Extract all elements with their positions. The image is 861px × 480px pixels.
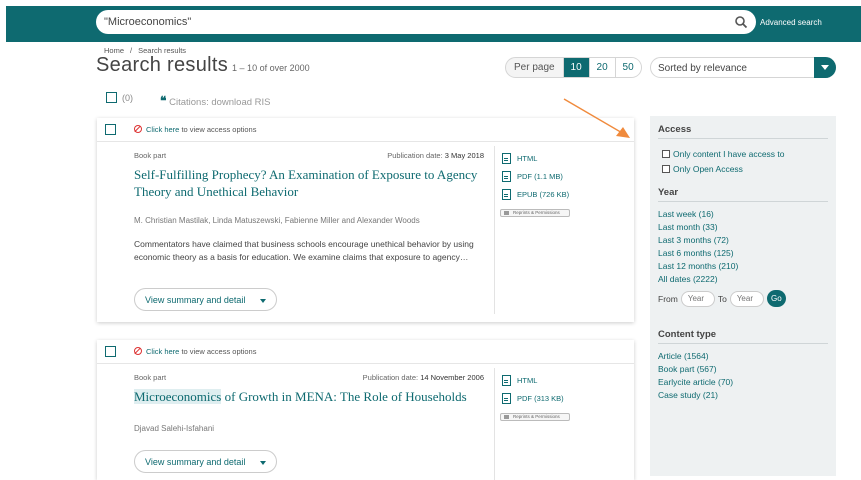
no-access-icon: [134, 125, 142, 133]
select-all[interactable]: (0): [106, 92, 133, 103]
per-page-label: Per page: [514, 62, 555, 73]
access-heading: Access: [658, 124, 692, 135]
reprints-icon: [504, 415, 509, 419]
result-authors: M. Christian Mastilak, Linda Matuszewski…: [134, 216, 420, 225]
per-page-20[interactable]: 20: [588, 58, 615, 77]
selected-count: (0): [122, 92, 133, 103]
year-last-month[interactable]: Last month (33): [658, 222, 718, 232]
divider: [658, 343, 828, 344]
checkbox[interactable]: [662, 165, 670, 173]
result-authors: Djavad Salehi-Isfahani: [134, 424, 215, 433]
divider: [494, 368, 495, 480]
from-year-input[interactable]: [680, 290, 715, 307]
content-type-heading: Content type: [658, 329, 717, 340]
year-last-6-months[interactable]: Last 6 months (125): [658, 248, 734, 258]
result-card-header: Click here to view access options: [97, 118, 634, 142]
year-heading: Year: [658, 187, 679, 198]
go-button[interactable]: Go: [766, 290, 786, 307]
result-card: Click here to view access options Book p…: [97, 340, 634, 480]
to-label: To: [717, 293, 727, 304]
checkbox[interactable]: [662, 150, 670, 158]
pdf-file-icon: [502, 393, 511, 404]
pdf-link[interactable]: PDF (1.1 MB): [502, 171, 563, 182]
epub-link[interactable]: EPUB (726 KB): [502, 189, 569, 200]
annotation-arrow-icon: [563, 98, 630, 138]
year-all-dates[interactable]: All dates (2222): [658, 274, 718, 284]
result-checkbox[interactable]: [105, 346, 116, 357]
view-summary-button[interactable]: View summary and detail: [134, 288, 277, 311]
select-all-checkbox[interactable]: [106, 92, 117, 103]
to-year-input[interactable]: [729, 290, 764, 307]
access-notice: Click here to view access options: [146, 125, 257, 134]
per-page-10[interactable]: 10: [562, 58, 589, 77]
publication-date: Publication date: 3 May 2018: [387, 151, 484, 160]
search-input[interactable]: [104, 14, 704, 30]
divider: [494, 146, 495, 314]
content-article[interactable]: Article (1564): [658, 351, 709, 361]
year-last-3-months[interactable]: Last 3 months (72): [658, 235, 729, 245]
year-last-week[interactable]: Last week (16): [658, 209, 714, 219]
search-box[interactable]: [96, 10, 756, 34]
result-title[interactable]: Self-Fulfilling Prophecy? An Examination…: [134, 166, 494, 200]
view-summary-button[interactable]: View summary and detail: [134, 450, 277, 473]
content-earlycite[interactable]: Earlycite article (70): [658, 377, 733, 387]
access-notice: Click here to view access options: [146, 347, 257, 356]
result-checkbox[interactable]: [105, 124, 116, 135]
from-label: From: [658, 293, 678, 304]
html-link[interactable]: HTML: [502, 375, 537, 386]
pdf-file-icon: [502, 171, 511, 182]
access-options-link[interactable]: Click here: [146, 125, 179, 134]
chevron-down-icon[interactable]: [814, 57, 836, 78]
quote-icon: ❝: [160, 94, 167, 108]
per-page-control: Per page 10 20 50: [505, 57, 642, 78]
no-access-icon: [134, 347, 142, 355]
result-count: 1 – 10 of over 2000: [232, 63, 310, 73]
sort-value: Sorted by relevance: [658, 63, 747, 74]
divider: [658, 138, 828, 139]
year-range: From To Go: [658, 290, 786, 307]
content-case-study[interactable]: Case study (21): [658, 390, 718, 400]
filter-only-my-access[interactable]: Only content I have access to: [662, 149, 785, 159]
filter-sidebar: Access Only content I have access to Onl…: [650, 116, 836, 476]
result-abstract: Commentators have claimed that business …: [134, 239, 474, 262]
epub-file-icon: [502, 189, 511, 200]
per-page-50[interactable]: 50: [614, 58, 641, 77]
result-card-header: Click here to view access options: [97, 340, 634, 364]
sort-dropdown[interactable]: Sorted by relevance: [650, 57, 836, 78]
html-link[interactable]: HTML: [502, 153, 537, 164]
result-card: Click here to view access options Book p…: [97, 118, 634, 322]
citations-download[interactable]: ❝ Citations: download RIS: [160, 94, 271, 108]
search-icon[interactable]: [734, 15, 748, 29]
result-type: Book part: [134, 373, 167, 382]
advanced-search-link[interactable]: Advanced search: [760, 18, 822, 27]
publication-date: Publication date: 14 November 2006: [362, 373, 484, 382]
pdf-link[interactable]: PDF (313 KB): [502, 393, 564, 404]
divider: [658, 201, 828, 202]
result-title[interactable]: Microeconomics of Growth in MENA: The Ro…: [134, 388, 514, 405]
reprints-permissions-button[interactable]: Reprints & Permissions: [500, 209, 570, 217]
html-file-icon: [502, 375, 511, 386]
filter-open-access[interactable]: Only Open Access: [662, 164, 743, 174]
content-book-part[interactable]: Book part (567): [658, 364, 717, 374]
reprints-icon: [504, 211, 509, 215]
result-type: Book part: [134, 151, 167, 160]
year-last-12-months[interactable]: Last 12 months (210): [658, 261, 738, 271]
access-options-link[interactable]: Click here: [146, 347, 179, 356]
page-title: Search results 1 – 10 of over 2000: [96, 54, 310, 76]
html-file-icon: [502, 153, 511, 164]
reprints-permissions-button[interactable]: Reprints & Permissions: [500, 413, 570, 421]
title-highlight: Microeconomics: [134, 389, 222, 404]
